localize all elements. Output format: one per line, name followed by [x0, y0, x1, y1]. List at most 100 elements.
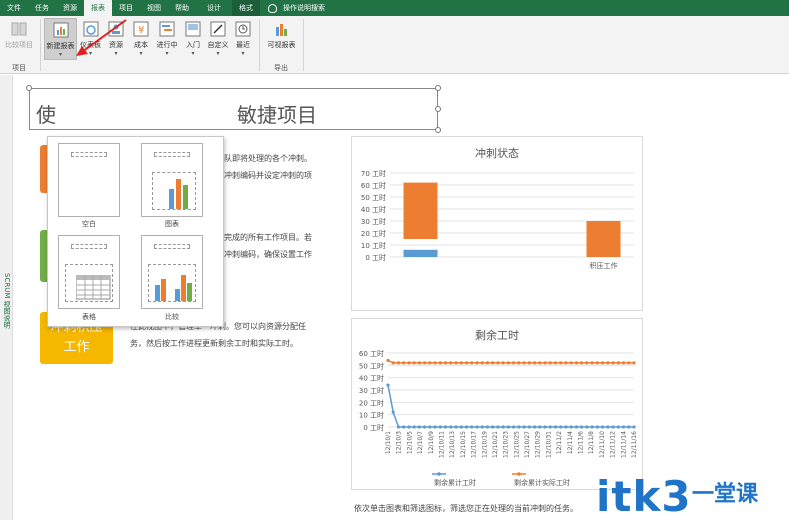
blank-report-option[interactable]	[58, 143, 120, 217]
data-point	[548, 425, 552, 429]
title-placeholder	[154, 244, 190, 249]
tab-report[interactable]: 报表	[84, 0, 112, 16]
data-point	[585, 425, 589, 429]
data-point	[611, 425, 615, 429]
chart-report-option[interactable]	[141, 143, 203, 217]
data-point	[438, 361, 442, 365]
tab-resource[interactable]: 资源	[56, 0, 84, 16]
tell-me-search[interactable]: 操作说明搜索	[260, 3, 325, 13]
blank-label: 空白	[82, 220, 96, 228]
y-tick-label: 0 工时	[365, 253, 386, 262]
data-point	[553, 361, 558, 365]
data-point	[606, 361, 610, 365]
data-point	[611, 361, 615, 365]
bar	[403, 249, 438, 257]
data-point	[428, 425, 432, 429]
data-point	[538, 361, 542, 365]
x-tick-label: 12/11/2	[556, 431, 563, 454]
table-label: 表格	[82, 313, 96, 321]
data-point	[449, 425, 453, 429]
sprint-backlog-label-2: 工作	[63, 340, 90, 355]
x-tick-label: 12/10/1	[385, 431, 392, 454]
data-point	[454, 425, 458, 429]
title-placeholder	[154, 152, 190, 157]
comparison-placeholder	[148, 264, 196, 302]
data-point	[459, 361, 463, 365]
data-point	[574, 425, 579, 429]
table-report-option[interactable]	[58, 235, 120, 309]
compare-projects-button[interactable]: 比较项目	[3, 18, 35, 60]
data-point	[590, 425, 594, 429]
data-point	[396, 425, 401, 429]
recent-reports-button[interactable]: 最近 ▾	[233, 18, 253, 60]
ribbon-separator	[259, 19, 260, 71]
ribbon-separator	[40, 19, 41, 71]
data-point	[480, 425, 484, 429]
tab-format[interactable]: 格式	[232, 0, 260, 16]
red-arrow-annotation	[76, 19, 127, 56]
x-tick-label: 12/10/11	[438, 431, 445, 458]
y-tick-label: 60 工时	[361, 181, 386, 190]
data-point	[470, 361, 474, 365]
tab-task[interactable]: 任务	[28, 0, 56, 16]
data-point	[496, 425, 500, 429]
x-tick-label: 12/11/10	[599, 431, 606, 458]
visual-reports-button[interactable]: 可视报表	[265, 18, 298, 60]
x-tick-label: 12/10/29	[535, 431, 542, 458]
data-point	[532, 361, 537, 365]
title-end: 敏捷项目	[237, 103, 317, 127]
remaining-work-chart[interactable]: 剩余工时 0 工时 10 工时 20 工时 30 工时 40 工时 50 工时 60 工时 1…	[351, 318, 643, 490]
resize-handle[interactable]	[435, 127, 441, 133]
ribbon-separator	[303, 19, 304, 71]
x-tick-label: 积压工作	[590, 261, 618, 270]
desc1-line2: 冲刺编码并设定冲刺的项	[224, 171, 312, 180]
data-point	[538, 425, 542, 429]
getting-started-button[interactable]: 入门 ▾	[183, 18, 203, 60]
x-tick-label: 12/10/19	[481, 431, 488, 458]
y-tick-label: 10 工时	[359, 411, 384, 420]
data-point	[417, 361, 422, 365]
data-point	[527, 361, 531, 365]
thumb-bar	[183, 185, 188, 209]
remaining-work-svg: 0 工时 10 工时 20 工时 30 工时 40 工时 50 工时 60 工时 12/10/…	[359, 349, 638, 487]
data-point	[506, 425, 510, 429]
tab-help[interactable]: 帮助	[168, 0, 196, 16]
data-point	[590, 361, 594, 365]
resize-handle[interactable]	[435, 85, 441, 91]
chevron-down-icon: ▾	[58, 51, 62, 58]
data-point	[402, 361, 406, 365]
data-point	[517, 361, 521, 365]
title-placeholder	[71, 244, 107, 249]
getting-started-label: 入门	[186, 41, 200, 49]
resize-handle[interactable]	[435, 106, 441, 112]
data-point	[527, 425, 531, 429]
data-point	[485, 425, 490, 429]
comparison-report-option[interactable]	[141, 235, 203, 309]
tab-design[interactable]: 设计	[200, 0, 228, 16]
data-point	[501, 425, 505, 429]
chart-placeholder	[152, 172, 196, 210]
costs-icon: ¥	[133, 21, 149, 37]
costs-report-button[interactable]: ¥ 成本 ▾	[130, 18, 152, 60]
x-tick-label: 12/10/23	[503, 431, 510, 458]
resize-handle[interactable]	[26, 85, 32, 91]
data-point	[459, 425, 463, 429]
tab-project[interactable]: 项目	[112, 0, 140, 16]
title-start: 使	[36, 103, 56, 127]
y-tick-label: 70 工时	[361, 169, 386, 178]
data-point	[512, 425, 516, 429]
tab-view[interactable]: 视图	[140, 0, 168, 16]
custom-report-button[interactable]: 自定义 ▾	[206, 18, 230, 60]
data-point	[454, 361, 458, 365]
thumb-bar	[161, 279, 166, 301]
tab-file[interactable]: 文件	[0, 0, 28, 16]
getting-started-icon	[185, 21, 201, 37]
x-tick-label: 12/10/31	[545, 431, 552, 458]
left-view-strip: SCRUM 视图说明	[0, 75, 13, 520]
data-point	[475, 425, 479, 429]
sprint-status-chart[interactable]: 冲刺状态 0 工时 10 工时 20 工时 30 工时 40 工时 50 工时 60 工时 7…	[351, 136, 643, 311]
bottom-instruction: 依次单击图表和筛选图标，筛选您正在处理的当前冲刺的任务。	[354, 504, 578, 513]
data-point	[522, 425, 526, 429]
in-progress-report-button[interactable]: 进行中 ▾	[154, 18, 180, 60]
y-tick-label: 20 工时	[361, 229, 386, 238]
